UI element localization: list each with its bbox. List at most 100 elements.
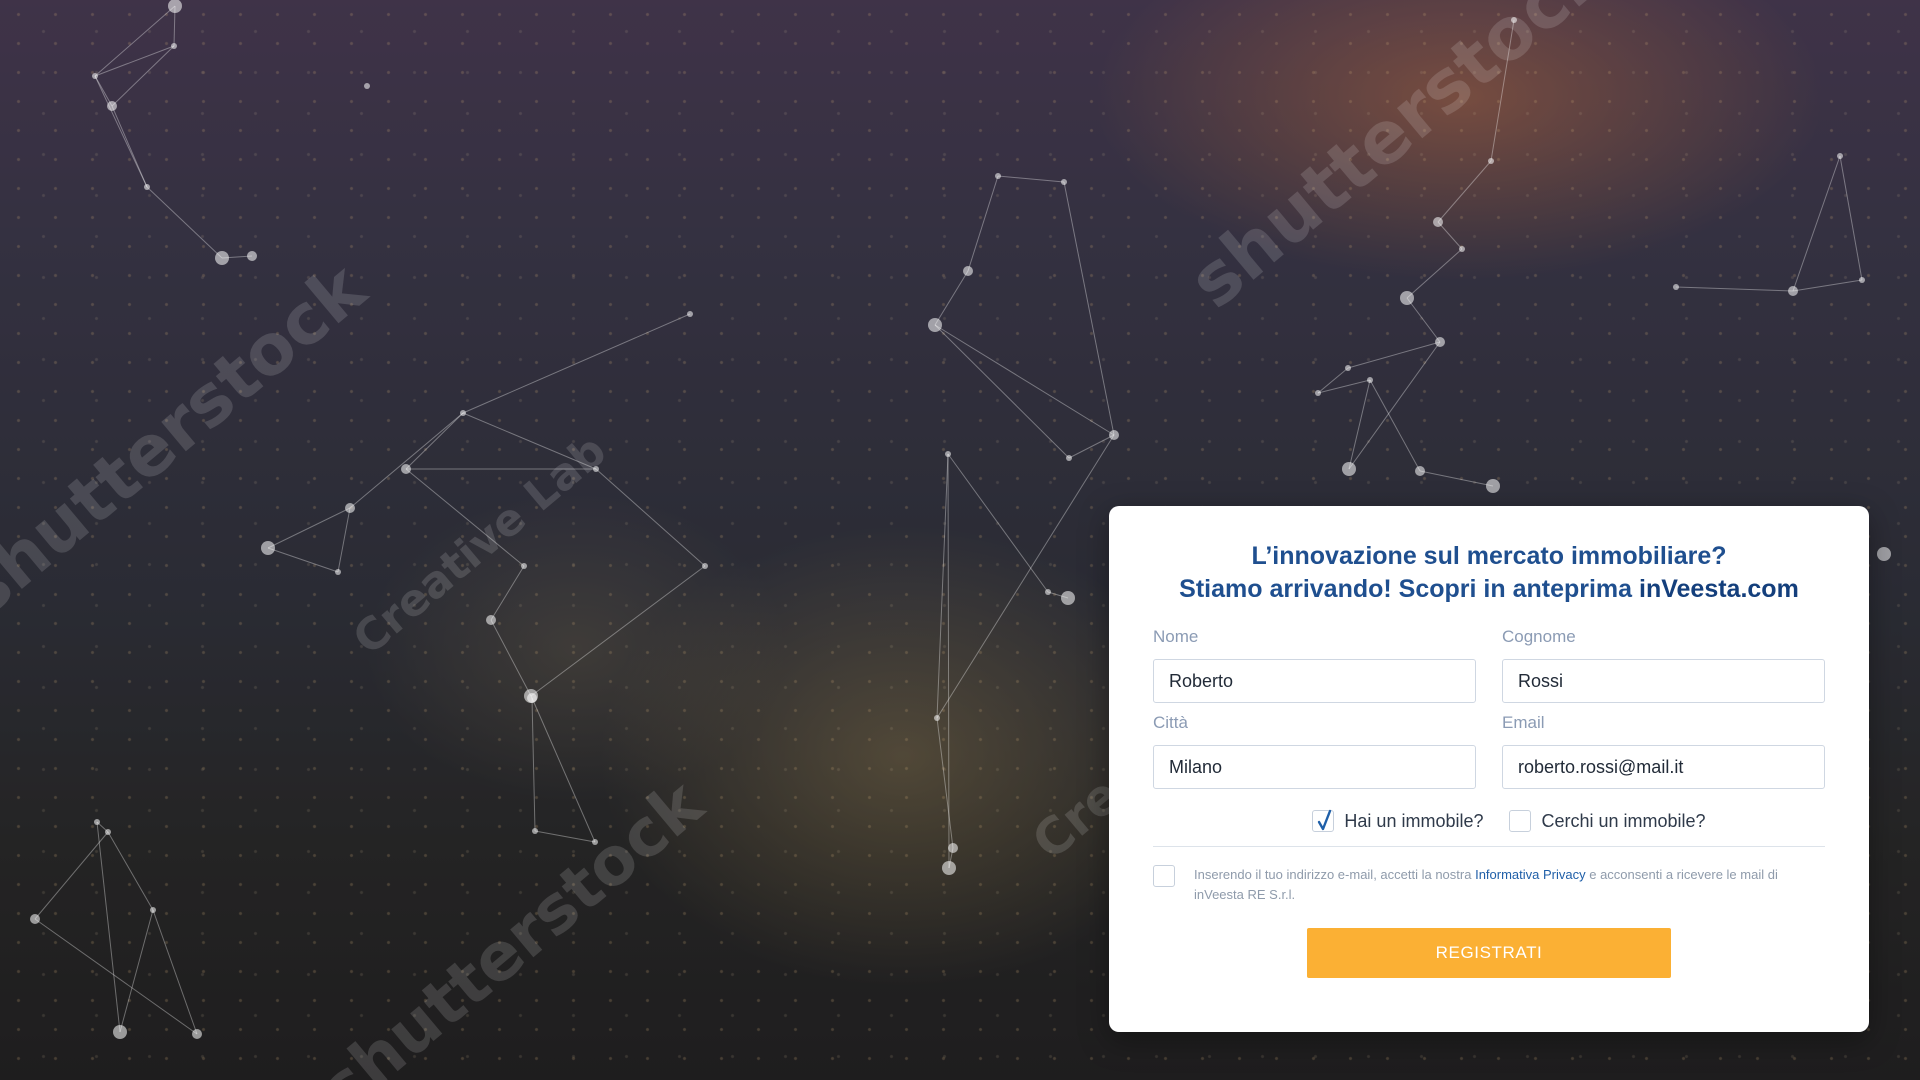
network-node [1061,179,1067,185]
network-node [1061,591,1075,605]
network-node [521,563,527,569]
nome-input[interactable] [1153,659,1476,703]
seeks-property-label: Cerchi un immobile? [1541,810,1706,831]
network-line [1369,379,1421,472]
network-line [936,434,1115,719]
network-node [963,266,973,276]
network-node [1066,455,1072,461]
property-options: Hai un immobile? Cerchi un immobile? [1153,809,1825,832]
network-node [1877,547,1891,561]
field-cognome: Cognome [1502,627,1825,703]
register-button[interactable]: REGISTRATI [1307,928,1671,978]
network-line [349,412,464,509]
network-node [168,0,182,13]
seeks-property-checkbox[interactable] [1509,810,1532,832]
network-line [1437,221,1463,250]
cognome-label: Cognome [1502,627,1576,646]
network-node [1859,277,1865,283]
network-node [30,914,40,924]
cognome-input[interactable] [1502,659,1825,703]
network-node [702,563,708,569]
field-email: Email [1502,713,1825,789]
network-line [934,324,1070,459]
network-line [1437,160,1492,223]
email-input[interactable] [1502,745,1825,789]
network-node [934,715,940,721]
network-node [1045,589,1051,595]
network-line [934,324,1115,436]
network-node [94,819,100,825]
network-node [171,43,177,49]
network-line [967,175,999,272]
network-line [490,565,525,621]
has-property-label: Hai un immobile? [1344,810,1484,831]
network-line [595,468,706,567]
network-node [1488,158,1494,164]
network-line [94,45,175,77]
privacy-consent-checkbox[interactable] [1153,865,1175,887]
network-line [947,453,1049,593]
network-line [146,186,223,259]
privacy-consent: Inserendo il tuo indirizzo e-mail, accet… [1153,865,1825,905]
network-line [119,909,154,1033]
network-line [490,619,532,697]
network-node [1400,291,1414,305]
network-node [486,615,496,625]
signup-fields: Nome Cognome Città Email [1153,627,1825,789]
network-line [531,697,596,843]
network-line [936,453,949,719]
network-node [1315,390,1321,396]
network-node [105,829,111,835]
option-has-property[interactable]: Hai un immobile? [1312,809,1484,832]
headline-line-1: L’innovazione sul mercato immobiliare? [1251,542,1727,570]
signup-card: L’innovazione sul mercato immobiliare? S… [1109,506,1869,1032]
network-line [531,697,536,832]
network-line [997,175,1065,183]
network-node [527,693,537,703]
privacy-policy-link[interactable]: Informativa Privacy [1475,867,1586,882]
network-node [1673,284,1679,290]
network-node [1342,462,1356,476]
field-nome: Nome [1153,627,1476,703]
network-line [1063,181,1115,436]
network-node [192,1029,202,1039]
network-line [1675,286,1794,292]
network-node [401,464,411,474]
has-property-checkbox[interactable] [1312,809,1335,832]
network-node [215,251,229,265]
network-node [532,828,538,834]
network-line [34,831,109,920]
citta-label: Città [1153,713,1188,732]
network-line [1419,470,1494,487]
option-seeks-property[interactable]: Cerchi un immobile? [1509,810,1706,832]
network-node [107,101,117,111]
checkmark-icon [1318,809,1332,831]
network-line [1792,155,1841,292]
network-line [1792,279,1863,292]
network-node [1433,217,1443,227]
network-node [345,503,355,513]
network-line [934,270,969,326]
network-line [1406,248,1463,299]
network-line [111,45,175,107]
network-node [928,318,942,332]
network-line [337,507,351,573]
network-line [34,918,198,1035]
network-node [92,73,98,79]
network-line [462,313,691,414]
network-node [995,173,1001,179]
network-node [247,251,257,261]
network-node [150,907,156,913]
network-node [942,861,956,875]
network-line [936,717,954,849]
network-line [94,75,148,188]
network-node [948,843,958,853]
network-line [267,547,339,573]
network-node [1788,286,1798,296]
network-line [1348,341,1441,470]
citta-input[interactable] [1153,745,1476,789]
network-line [530,565,706,697]
network-line [96,821,121,1033]
consent-text-before: Inserendo il tuo indirizzo e-mail, accet… [1194,867,1476,882]
network-node [364,83,370,89]
